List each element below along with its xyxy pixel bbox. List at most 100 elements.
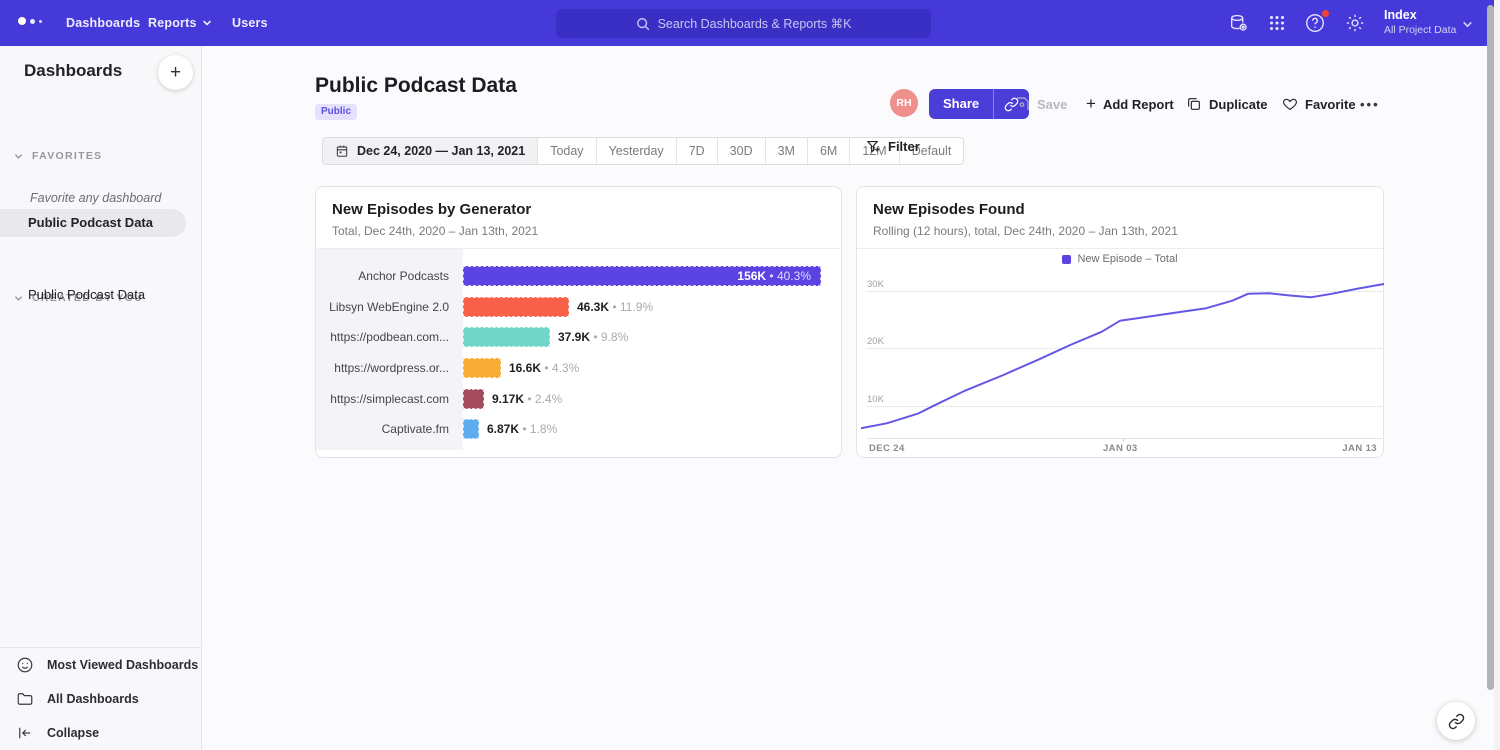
- bar-segment[interactable]: [463, 419, 479, 439]
- app-grid-icon[interactable]: [1266, 12, 1288, 34]
- calendar-icon: [335, 144, 349, 158]
- date-preset-30d[interactable]: 30D: [717, 138, 765, 164]
- chevron-down-icon[interactable]: [1462, 19, 1473, 30]
- filter-plus-icon: [866, 139, 881, 154]
- avatar[interactable]: RH: [890, 89, 918, 117]
- date-preset-7d[interactable]: 7D: [676, 138, 717, 164]
- duplicate-button[interactable]: Duplicate: [1186, 89, 1268, 119]
- favorite-label: Favorite: [1305, 97, 1356, 112]
- public-badge: Public: [315, 104, 357, 120]
- bar-segment[interactable]: [463, 327, 550, 347]
- date-preset-yesterday[interactable]: Yesterday: [596, 138, 676, 164]
- bar-value-label: 46.3K • 11.9%: [577, 300, 653, 314]
- nav-item-label: Reports: [148, 16, 197, 30]
- report-subtitle: Rolling (12 hours), total, Dec 24th, 202…: [873, 224, 1178, 238]
- line-chart-svg[interactable]: [861, 273, 1384, 438]
- search-icon: [636, 17, 650, 31]
- favorite-button[interactable]: Favorite: [1282, 89, 1356, 119]
- nav-item-dashboards[interactable]: Dashboards: [66, 0, 140, 46]
- bar-value-label: 156K • 40.3%: [737, 269, 820, 283]
- bar-rows: Anchor Podcasts156K • 40.3%Libsyn WebEng…: [316, 261, 841, 445]
- footer-item-label: All Dashboards: [47, 692, 139, 706]
- workspace-name: Index: [1384, 8, 1456, 22]
- filter-label: Filter: [888, 139, 920, 154]
- all-dashboards-button[interactable]: All Dashboards: [0, 682, 201, 716]
- app-logo-dots-icon[interactable]: [18, 17, 42, 25]
- x-axis-line: [867, 438, 1382, 439]
- date-range-label: Dec 24, 2020 — Jan 13, 2021: [357, 144, 525, 158]
- save-button[interactable]: Save: [1014, 89, 1067, 119]
- bar-track: 9.17K • 2.4%: [463, 389, 841, 409]
- duplicate-label: Duplicate: [1209, 97, 1268, 112]
- ellipsis-icon: •••: [1360, 97, 1380, 112]
- add-report-button[interactable]: + Add Report: [1086, 89, 1174, 119]
- more-options-button[interactable]: •••: [1360, 89, 1380, 119]
- save-button-label: Save: [1037, 97, 1067, 112]
- bar-row: Anchor Podcasts156K • 40.3%: [316, 261, 841, 292]
- sidebar-section-favorites[interactable]: FAVORITES: [0, 150, 202, 162]
- bar-segment[interactable]: [463, 297, 569, 317]
- date-preset-6m[interactable]: 6M: [807, 138, 849, 164]
- chart-legend: New Episode – Total: [857, 253, 1383, 265]
- chevron-down-icon: [14, 152, 23, 161]
- bar-track: 156K • 40.3%: [463, 266, 841, 286]
- workspace-subtitle: All Project Data: [1384, 24, 1456, 36]
- filter-button[interactable]: Filter: [866, 139, 920, 154]
- footer-item-label: Collapse: [47, 726, 99, 740]
- report-card-new-episodes-found: New Episodes Found Rolling (12 hours), t…: [856, 186, 1384, 458]
- nav-item-users[interactable]: Users: [232, 0, 268, 46]
- help-icon[interactable]: [1304, 12, 1326, 34]
- bar-value-label: 6.87K • 1.8%: [487, 422, 557, 436]
- bar-track: 16.6K • 4.3%: [463, 358, 841, 378]
- legend-label: New Episode – Total: [1077, 253, 1177, 265]
- most-viewed-dashboards-button[interactable]: Most Viewed Dashboards: [0, 648, 201, 682]
- legend-swatch: [1062, 255, 1071, 264]
- x-tick-label: JAN 03: [1103, 443, 1138, 454]
- nav-item-label: Users: [232, 16, 268, 30]
- heart-icon: [1282, 96, 1298, 112]
- date-preset-3m[interactable]: 3M: [765, 138, 807, 164]
- sidebar-footer: Most Viewed Dashboards All Dashboards Co…: [0, 647, 201, 750]
- bar-segment[interactable]: 156K • 40.3%: [463, 266, 821, 286]
- data-sources-icon[interactable]: [1228, 12, 1250, 34]
- sidebar-title: Dashboards: [24, 61, 122, 81]
- bar-category-label: https://podbean.com...: [316, 330, 463, 344]
- top-navbar: Dashboards Reports Users Search Dashboar…: [0, 0, 1500, 46]
- date-preset-today[interactable]: Today: [537, 138, 595, 164]
- bar-row: https://wordpress.or...16.6K • 4.3%: [316, 353, 841, 384]
- bar-value-label: 37.9K • 9.8%: [558, 330, 628, 344]
- add-report-label: Add Report: [1103, 97, 1174, 112]
- favorites-empty-text: Favorite any dashboard: [30, 191, 161, 205]
- link-icon: [1448, 713, 1465, 730]
- bar-category-label: https://simplecast.com: [316, 392, 463, 406]
- bar-row: Captivate.fm6.87K • 1.8%: [316, 414, 841, 445]
- sidebar-item-public-podcast-data[interactable]: Public Podcast Data: [0, 209, 186, 237]
- bar-row: https://simplecast.com9.17K • 2.4%: [316, 383, 841, 414]
- chevron-down-icon: [202, 18, 212, 28]
- report-card-new-episodes-by-generator: New Episodes by Generator Total, Dec 24t…: [315, 186, 842, 458]
- nav-item-reports[interactable]: Reports: [148, 0, 212, 46]
- bar-segment[interactable]: [463, 389, 484, 409]
- divider: [857, 248, 1383, 249]
- x-tick-label: DEC 24: [869, 443, 905, 454]
- bar-category-label: https://wordpress.or...: [316, 361, 463, 375]
- sidebar-item-public-podcast-data[interactable]: Public Podcast Data: [0, 281, 186, 309]
- folder-icon: [16, 690, 34, 708]
- page-title: Public Podcast Data: [315, 74, 517, 98]
- scrollbar-thumb[interactable]: [1487, 5, 1494, 690]
- bar-track: 46.3K • 11.9%: [463, 297, 841, 317]
- nav-item-label: Dashboards: [66, 16, 140, 30]
- search-input[interactable]: Search Dashboards & Reports ⌘K: [556, 9, 931, 38]
- date-range-picker[interactable]: Dec 24, 2020 — Jan 13, 2021: [323, 138, 537, 164]
- collapse-sidebar-button[interactable]: Collapse: [0, 716, 201, 750]
- settings-gear-icon[interactable]: [1344, 12, 1366, 34]
- x-tick-label: JAN 13: [1342, 443, 1377, 454]
- report-subtitle: Total, Dec 24th, 2020 – Jan 13th, 2021: [332, 224, 538, 238]
- add-dashboard-button[interactable]: +: [158, 55, 193, 90]
- workspace-switcher[interactable]: Index All Project Data: [1384, 8, 1456, 36]
- report-title: New Episodes Found: [873, 201, 1025, 218]
- bar-row: Libsyn WebEngine 2.046.3K • 11.9%: [316, 292, 841, 323]
- bar-segment[interactable]: [463, 358, 501, 378]
- floating-link-button[interactable]: [1437, 702, 1475, 740]
- collapse-icon: [16, 724, 34, 742]
